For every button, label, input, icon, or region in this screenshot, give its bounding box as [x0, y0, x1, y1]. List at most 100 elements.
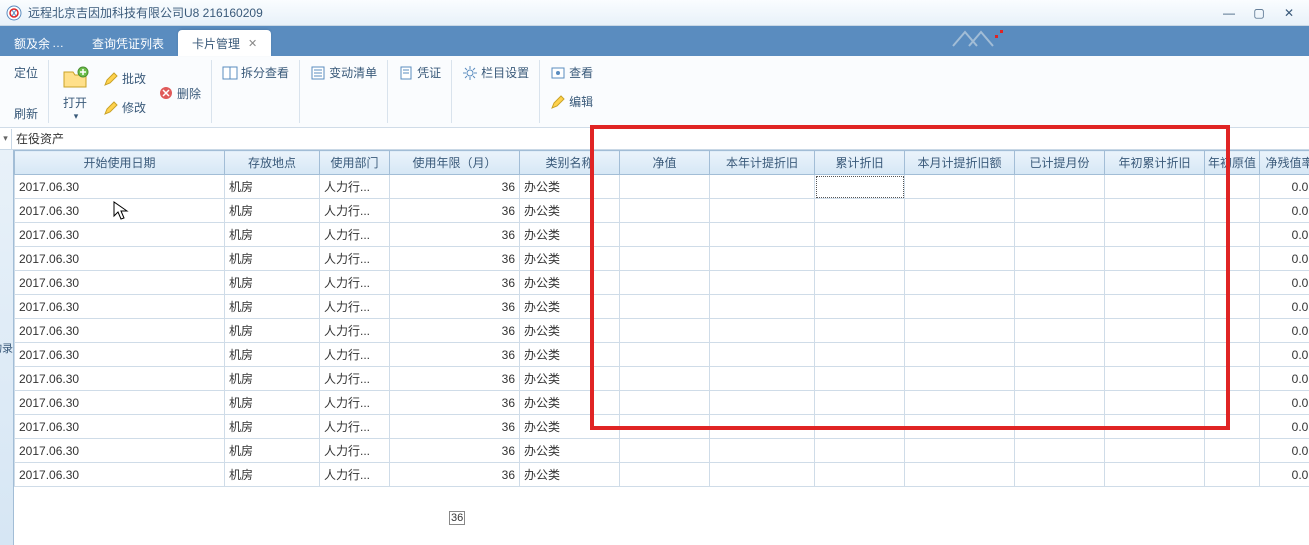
table-cell[interactable] [815, 175, 905, 199]
table-cell[interactable] [620, 439, 710, 463]
table-cell[interactable] [710, 199, 815, 223]
table-cell[interactable] [620, 175, 710, 199]
table-cell[interactable] [1015, 439, 1105, 463]
table-cell[interactable] [1105, 199, 1205, 223]
table-cell[interactable] [815, 319, 905, 343]
table-cell[interactable]: 机房 [225, 343, 320, 367]
col-accum-depr[interactable]: 累计折旧 [815, 151, 905, 175]
refresh-button[interactable]: 刷新 [10, 103, 42, 124]
table-cell[interactable]: 36 [390, 295, 520, 319]
table-cell[interactable]: 人力行... [320, 223, 390, 247]
table-cell[interactable] [620, 199, 710, 223]
table-cell[interactable]: 36 [390, 271, 520, 295]
table-cell[interactable] [815, 247, 905, 271]
table-row[interactable]: 2017.06.30机房人力行...36办公类0.05 [15, 463, 1309, 487]
table-cell[interactable] [905, 439, 1015, 463]
filter-input[interactable] [12, 132, 1309, 146]
voucher-button[interactable]: 凭证 [394, 62, 445, 83]
table-cell[interactable]: 人力行... [320, 295, 390, 319]
table-cell[interactable] [710, 439, 815, 463]
table-cell[interactable] [815, 343, 905, 367]
col-year-begin-depr[interactable]: 年初累计折旧 [1105, 151, 1205, 175]
col-month-depr[interactable]: 本月计提折旧额 [905, 151, 1015, 175]
table-cell[interactable]: 机房 [225, 415, 320, 439]
table-cell[interactable] [620, 415, 710, 439]
table-row[interactable]: 2017.06.30机房人力行...36办公类0.05 [15, 343, 1309, 367]
locate-button[interactable]: 定位 [10, 62, 42, 83]
table-cell[interactable]: 36 [390, 367, 520, 391]
table-cell[interactable]: 0.05 [1260, 343, 1309, 367]
col-start-date[interactable]: 开始使用日期 [15, 151, 225, 175]
table-cell[interactable]: 机房 [225, 319, 320, 343]
col-department[interactable]: 使用部门 [320, 151, 390, 175]
table-cell[interactable]: 36 [390, 199, 520, 223]
table-cell[interactable] [1205, 199, 1260, 223]
col-salvage-rate[interactable]: 净残值率 [1260, 151, 1309, 175]
table-cell[interactable]: 36 [390, 463, 520, 487]
table-cell[interactable] [710, 391, 815, 415]
split-view-button[interactable]: 拆分查看 [218, 62, 293, 83]
table-cell[interactable] [1105, 295, 1205, 319]
table-cell[interactable]: 机房 [225, 367, 320, 391]
table-cell[interactable]: 2017.06.30 [15, 391, 225, 415]
table-cell[interactable] [1105, 391, 1205, 415]
table-cell[interactable]: 2017.06.30 [15, 223, 225, 247]
tab-voucher-list[interactable]: 查询凭证列表 [78, 30, 178, 56]
table-cell[interactable]: 0.05 [1260, 223, 1309, 247]
table-cell[interactable] [1205, 295, 1260, 319]
table-cell[interactable]: 2017.06.30 [15, 415, 225, 439]
table-cell[interactable] [1205, 247, 1260, 271]
table-cell[interactable] [1205, 439, 1260, 463]
table-cell[interactable] [1205, 175, 1260, 199]
table-cell[interactable] [815, 463, 905, 487]
table-cell[interactable] [815, 415, 905, 439]
table-cell[interactable]: 2017.06.30 [15, 343, 225, 367]
table-cell[interactable] [1105, 415, 1205, 439]
col-life[interactable]: 使用年限（月） [390, 151, 520, 175]
table-cell[interactable] [905, 415, 1015, 439]
table-cell[interactable] [1105, 463, 1205, 487]
table-cell[interactable] [710, 175, 815, 199]
open-button[interactable]: 打开▾ [55, 62, 95, 124]
table-row[interactable]: 2017.06.30机房人力行...36办公类0.05 [15, 367, 1309, 391]
table-cell[interactable] [1015, 271, 1105, 295]
table-cell[interactable]: 办公类 [520, 391, 620, 415]
table-cell[interactable] [905, 295, 1015, 319]
col-year-begin-orig[interactable]: 年初原值 [1205, 151, 1260, 175]
col-year-depr[interactable]: 本年计提折旧 [710, 151, 815, 175]
view-button[interactable]: 查看 [546, 62, 597, 83]
table-cell[interactable]: 36 [390, 391, 520, 415]
table-cell[interactable]: 36 [390, 223, 520, 247]
table-cell[interactable]: 0.05 [1260, 439, 1309, 463]
table-cell[interactable] [905, 343, 1015, 367]
table-cell[interactable]: 0.05 [1260, 463, 1309, 487]
table-cell[interactable] [1205, 463, 1260, 487]
table-cell[interactable]: 机房 [225, 271, 320, 295]
table-cell[interactable]: 人力行... [320, 415, 390, 439]
table-cell[interactable]: 办公类 [520, 295, 620, 319]
table-cell[interactable] [710, 223, 815, 247]
table-cell[interactable]: 办公类 [520, 343, 620, 367]
table-cell[interactable]: 人力行... [320, 271, 390, 295]
table-cell[interactable]: 0.05 [1260, 295, 1309, 319]
table-cell[interactable] [905, 223, 1015, 247]
table-cell[interactable] [710, 415, 815, 439]
table-cell[interactable]: 36 [390, 175, 520, 199]
table-cell[interactable] [620, 463, 710, 487]
table-cell[interactable]: 0.05 [1260, 247, 1309, 271]
table-cell[interactable]: 人力行... [320, 439, 390, 463]
table-cell[interactable] [1015, 319, 1105, 343]
table-cell[interactable] [1105, 247, 1205, 271]
table-cell[interactable] [905, 175, 1015, 199]
table-cell[interactable] [1205, 223, 1260, 247]
table-cell[interactable] [1015, 391, 1105, 415]
modify-button[interactable]: 修改 [99, 97, 150, 118]
table-cell[interactable]: 人力行... [320, 319, 390, 343]
table-cell[interactable]: 0.05 [1260, 415, 1309, 439]
table-cell[interactable]: 人力行... [320, 343, 390, 367]
table-cell[interactable] [620, 319, 710, 343]
table-cell[interactable]: 办公类 [520, 247, 620, 271]
table-cell[interactable]: 机房 [225, 247, 320, 271]
table-cell[interactable] [1205, 415, 1260, 439]
table-cell[interactable]: 2017.06.30 [15, 199, 225, 223]
